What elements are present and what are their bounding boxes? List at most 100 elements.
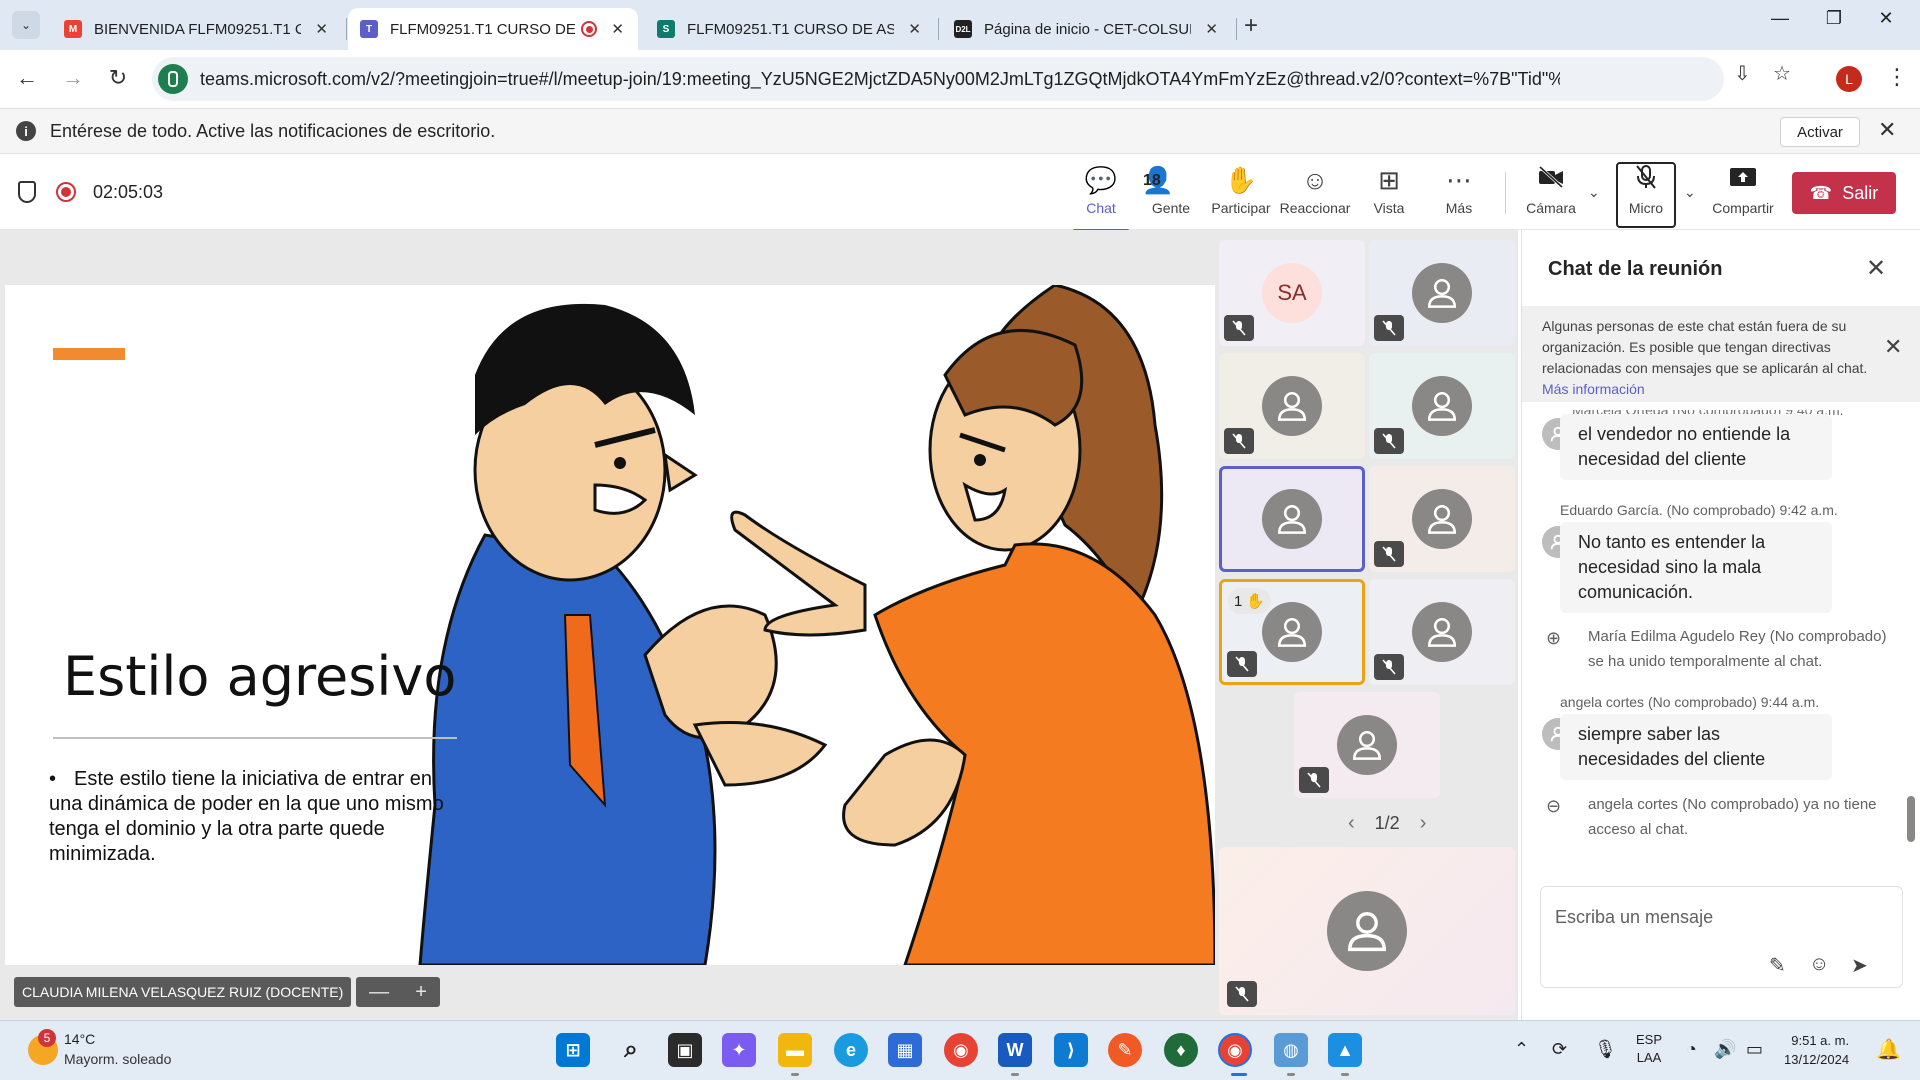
chat-title: Chat de la reunión: [1548, 258, 1723, 280]
participant-tile[interactable]: [1294, 692, 1440, 798]
store-icon[interactable]: ▦: [888, 1033, 922, 1067]
emoji-icon[interactable]: ☺: [1809, 953, 1829, 976]
close-tab-icon[interactable]: ✕: [611, 20, 624, 38]
close-tab-icon[interactable]: ✕: [1205, 20, 1218, 38]
leave-button[interactable]: ☎ Salir: [1792, 172, 1896, 214]
word-icon[interactable]: W: [998, 1033, 1032, 1067]
shield-icon[interactable]: [18, 181, 36, 203]
previous-page-icon[interactable]: ‹: [1348, 812, 1355, 835]
search-icon[interactable]: ⌕: [614, 1033, 648, 1067]
participant-tile[interactable]: 1 ✋: [1219, 579, 1365, 685]
more-info-link[interactable]: Más información: [1542, 381, 1645, 397]
hang-up-icon: ☎: [1809, 182, 1833, 203]
zoom-in-button[interactable]: +: [415, 981, 427, 1004]
notifications-bell-icon[interactable]: 🔔: [1876, 1037, 1901, 1062]
windows-taskbar: 5 14°C Mayorm. soleado ⊞ ⌕ ▣ ✦ ▬ e ▦ ◉ W…: [0, 1020, 1920, 1080]
browser-tab-sway[interactable]: S FLFM09251.T1 CURSO DE ASES ✕: [645, 8, 935, 50]
wifi-icon[interactable]: ◔: [1686, 1039, 1697, 1060]
omnibox[interactable]: teams.microsoft.com/v2/?meetingjoin=true…: [152, 57, 1724, 101]
url-text[interactable]: teams.microsoft.com/v2/?meetingjoin=true…: [200, 69, 1560, 90]
avatar: [1412, 489, 1472, 549]
close-warning-icon[interactable]: ✕: [1884, 336, 1902, 358]
copilot-icon[interactable]: ✦: [722, 1033, 756, 1067]
sway-icon: S: [657, 20, 675, 38]
chrome-icon[interactable]: ◉: [944, 1033, 978, 1067]
temperature[interactable]: 14°C: [64, 1031, 95, 1047]
minimize-icon[interactable]: —: [1760, 8, 1800, 29]
close-chat-icon[interactable]: ✕: [1866, 254, 1886, 283]
chat-bubble-icon: 💬: [1084, 165, 1118, 195]
globe-app-icon[interactable]: ◍: [1274, 1033, 1308, 1067]
app-icon[interactable]: ✎: [1108, 1033, 1142, 1067]
chat-scrollbar[interactable]: [1907, 796, 1915, 842]
participant-tile[interactable]: [1369, 353, 1515, 459]
participant-tile[interactable]: [1369, 240, 1515, 346]
smiley-icon: ☺: [1301, 165, 1329, 195]
camera-button[interactable]: Cámara: [1516, 164, 1586, 224]
weather-description[interactable]: Mayorm. soleado: [64, 1051, 171, 1067]
input-language[interactable]: ESP LAA: [1636, 1031, 1662, 1067]
microphone-in-use-icon[interactable]: [158, 64, 188, 94]
slide-divider: [53, 737, 457, 739]
profile-avatar[interactable]: L: [1836, 66, 1862, 92]
activar-button[interactable]: Activar: [1780, 117, 1860, 147]
close-tab-icon[interactable]: ✕: [908, 20, 921, 38]
zoom-controls: — +: [356, 977, 440, 1007]
view-button[interactable]: ⊞ Vista: [1354, 164, 1424, 224]
next-page-icon[interactable]: ›: [1420, 812, 1427, 835]
app-icon[interactable]: ♦: [1164, 1033, 1198, 1067]
install-app-icon[interactable]: ⇩: [1734, 61, 1751, 86]
d2l-icon: D2L: [954, 20, 972, 38]
avatar: [1262, 376, 1322, 436]
photos-icon[interactable]: ▲: [1328, 1033, 1362, 1067]
volume-icon[interactable]: 🔊: [1714, 1039, 1736, 1060]
show-hidden-icons-icon[interactable]: ⌃: [1514, 1039, 1529, 1060]
microphone-tray-icon[interactable]: 🎙: [1594, 1039, 1617, 1060]
meeting-chat-panel: Chat de la reunión ✕ Algunas personas de…: [1521, 230, 1920, 1020]
close-tab-icon[interactable]: ✕: [315, 20, 328, 38]
back-icon[interactable]: ←: [12, 65, 42, 91]
sync-icon[interactable]: ⟳: [1552, 1039, 1567, 1060]
participant-tile[interactable]: [1219, 466, 1365, 572]
participant-tile[interactable]: [1369, 579, 1515, 685]
task-view-icon[interactable]: ▣: [668, 1033, 702, 1067]
file-explorer-icon[interactable]: ▬: [778, 1033, 812, 1067]
edge-icon[interactable]: e: [834, 1033, 868, 1067]
send-icon[interactable]: ➤: [1851, 953, 1868, 978]
participant-tile[interactable]: [1369, 466, 1515, 572]
browser-tab-teams[interactable]: T FLFM09251.T1 CURSO DE A ✕: [348, 8, 638, 50]
tab-search-button[interactable]: ⌄: [12, 11, 40, 39]
browser-menu-icon[interactable]: ⋮: [1886, 64, 1908, 90]
forward-icon[interactable]: →: [58, 65, 88, 91]
chrome-profile-icon[interactable]: ◉: [1218, 1033, 1252, 1067]
zoom-out-button[interactable]: —: [369, 981, 389, 1004]
chat-button[interactable]: 💬 Chat: [1066, 164, 1136, 232]
reload-icon[interactable]: ↻: [103, 65, 133, 91]
system-clock[interactable]: 9:51 a. m. 13/12/2024: [1784, 1031, 1849, 1069]
share-button[interactable]: Compartir: [1707, 164, 1779, 224]
browser-tab-d2l[interactable]: D2L Página de inicio - CET-COLSUBS ✕: [942, 8, 1232, 50]
chat-message: No tanto es entender la necesidad sino l…: [1560, 522, 1832, 613]
close-icon[interactable]: ✕: [1878, 117, 1896, 143]
gallery-pager: ‹ 1/2 ›: [1328, 812, 1446, 835]
format-icon[interactable]: ✎: [1769, 953, 1786, 978]
react-button[interactable]: ☺ Reaccionar: [1280, 164, 1351, 224]
restore-icon[interactable]: ❐: [1814, 8, 1854, 29]
participant-tile-large[interactable]: [1219, 847, 1515, 1015]
microphone-button[interactable]: Micro: [1611, 164, 1681, 224]
meeting-stage: Estilo agresivo • Este estilo tiene la in…: [0, 230, 1518, 1020]
raise-hand-button[interactable]: ✋ Participar: [1206, 164, 1276, 224]
bookmark-star-icon[interactable]: ☆: [1773, 61, 1791, 86]
camera-options-chevron-icon[interactable]: ⌄: [1588, 184, 1600, 201]
battery-icon[interactable]: ▭: [1746, 1039, 1763, 1060]
participant-tile[interactable]: SA: [1219, 240, 1365, 346]
close-window-icon[interactable]: ✕: [1866, 8, 1906, 29]
browser-tab-gmail[interactable]: M BIENVENIDA FLFM09251.T1 CU ✕: [52, 8, 342, 50]
vscode-icon[interactable]: ⟩: [1054, 1033, 1088, 1067]
start-icon[interactable]: ⊞: [556, 1033, 590, 1067]
mic-options-chevron-icon[interactable]: ⌄: [1684, 184, 1696, 201]
more-button[interactable]: ⋯ Más: [1424, 164, 1494, 224]
participant-tile[interactable]: [1219, 353, 1365, 459]
message-compose-box[interactable]: Escriba un mensaje ✎ ☺ ➤: [1540, 886, 1903, 988]
new-tab-button[interactable]: +: [1244, 12, 1258, 40]
